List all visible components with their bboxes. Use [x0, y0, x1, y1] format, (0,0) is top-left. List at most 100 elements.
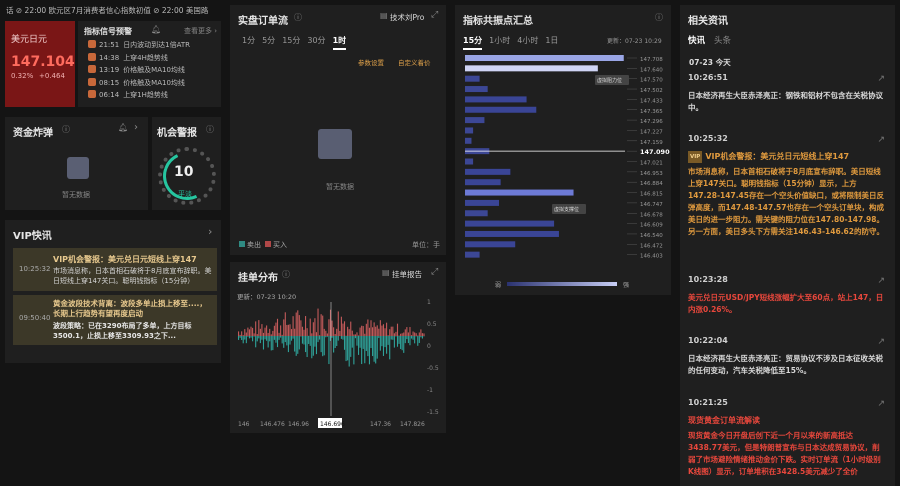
- bid-bar: [395, 331, 397, 336]
- help-icon[interactable]: ⓘ: [62, 124, 70, 135]
- tab-timeframe[interactable]: 5分: [262, 36, 275, 45]
- bid-bar: [365, 323, 367, 336]
- signal-row[interactable]: 06:14 上穿1H趋势线: [88, 90, 168, 100]
- share-icon[interactable]: ↗: [877, 135, 885, 145]
- level-bar[interactable]: [465, 241, 516, 248]
- level-bar[interactable]: [465, 210, 488, 217]
- ask-bar: [248, 336, 251, 339]
- level-bar[interactable]: [465, 189, 574, 196]
- level-bar[interactable]: [465, 220, 555, 227]
- share-icon[interactable]: ↗: [877, 276, 885, 286]
- quote-card[interactable]: 美元日元 147.104 0.32% +0.464: [5, 21, 75, 107]
- ask-bar: [306, 336, 308, 358]
- signal-row[interactable]: 08:15 价格触及MA10均线: [88, 77, 185, 88]
- tab-timeframe[interactable]: 30分: [307, 36, 325, 45]
- tab-timeframe[interactable]: 4小时: [517, 36, 538, 45]
- news-item[interactable]: 10:22:04 日本经济再生大臣赤泽亮正：贸易协议不涉及日本征收关税的任何变动，…: [688, 335, 886, 377]
- news-item[interactable]: 10:21:25 现货黄金订单流解读 现货黄金今日开盘后创下近一个月以来的新高抵达3…: [688, 397, 886, 478]
- tab-timeframe[interactable]: 1时: [332, 36, 347, 50]
- signal-row[interactable]: 14:38 上穿4H趋势线: [88, 52, 168, 63]
- level-bar[interactable]: [465, 251, 480, 258]
- chevron-right-icon[interactable]: ›: [208, 225, 212, 238]
- signals-more-link[interactable]: 查看更多 ›: [184, 26, 217, 36]
- vip-time: 10:25:32: [19, 265, 51, 273]
- ask-bar: [289, 336, 291, 345]
- share-icon[interactable]: ↗: [877, 337, 885, 347]
- bid-bar: [348, 329, 350, 336]
- ask-bar: [264, 336, 266, 340]
- help-icon[interactable]: ⓘ: [206, 124, 214, 135]
- order-empty-text: 暂无数据: [326, 183, 354, 191]
- ask-bar: [253, 336, 255, 337]
- ask-bar: [345, 336, 347, 362]
- level-bar[interactable]: [465, 86, 488, 93]
- expand-icon[interactable]: ⤢: [431, 267, 438, 277]
- level-bar[interactable]: [465, 96, 527, 103]
- level-bar[interactable]: [465, 168, 511, 175]
- param-settings-link[interactable]: 参数设置: [358, 57, 384, 67]
- news-item[interactable]: 10:25:32 VIP VIP机会警报：美元兑日元短线上穿147 市场消息称，日本首…: [688, 133, 886, 238]
- help-icon[interactable]: ⓘ: [282, 269, 290, 280]
- bid-bar: [273, 325, 275, 336]
- tab-timeframe[interactable]: 15分: [282, 36, 300, 45]
- level-bar[interactable]: [465, 117, 485, 124]
- level-bar[interactable]: [465, 199, 500, 206]
- signal-time: 14:38: [99, 53, 120, 62]
- tab-timeframe[interactable]: 15分: [463, 36, 483, 50]
- level-bar[interactable]: [465, 179, 501, 186]
- ask-bar: [275, 336, 277, 343]
- chevron-right-icon[interactable]: ›: [134, 122, 138, 133]
- news-item[interactable]: 10:23:28 美元兑日元USD/JPY短线涨幅扩大至60点，站上147，日内涨…: [688, 274, 886, 316]
- order-flow-title: 实盘订单流: [238, 16, 288, 27]
- level-bar[interactable]: [465, 158, 474, 165]
- ask-bar: [398, 336, 400, 344]
- help-icon[interactable]: ⓘ: [655, 12, 663, 23]
- timeframe-tabs: 1分 5分 15分 30分 1时: [242, 35, 353, 50]
- expand-icon[interactable]: ⤢: [431, 10, 438, 20]
- share-icon[interactable]: ↗: [877, 74, 885, 84]
- resistance-label: 虚拟阻力位: [597, 77, 622, 84]
- order-report-link[interactable]: 挂单报告: [392, 269, 422, 280]
- bid-bar: [356, 332, 358, 336]
- signal-row[interactable]: 21:51 日内波动到达1倍ATR: [88, 40, 190, 50]
- bid-bar: [315, 332, 318, 336]
- ask-bar: [396, 336, 399, 347]
- custom-price-link[interactable]: 自定义着价: [398, 57, 431, 67]
- level-bar[interactable]: [465, 230, 559, 237]
- price-level-label: 146.678: [640, 212, 663, 218]
- ask-bar: [357, 336, 360, 355]
- tab-flash[interactable]: 快讯: [688, 34, 705, 46]
- ask-bar: [368, 336, 370, 365]
- ask-bar: [270, 336, 272, 351]
- tech-pro-link[interactable]: 技术刘Pro: [390, 12, 424, 23]
- ask-bar: [356, 336, 358, 346]
- bell-icon[interactable]: 🔔︎: [118, 123, 128, 132]
- level-bar[interactable]: [465, 75, 480, 82]
- tab-headline[interactable]: 头条: [714, 34, 731, 46]
- bell-icon[interactable]: 🔔︎: [151, 25, 161, 34]
- vip-time: 09:50:40: [19, 314, 51, 322]
- y-tick-label: 0: [427, 343, 431, 350]
- tab-timeframe[interactable]: 1小时: [489, 36, 510, 45]
- signal-row[interactable]: 13:19 价格触及MA10均线: [88, 65, 185, 75]
- ask-bar: [389, 336, 391, 360]
- ask-bar: [420, 336, 422, 338]
- news-item[interactable]: 10:26:51 日本经济再生大臣赤泽亮正：钢铁和铝材不包含在关税协议中。: [688, 72, 886, 114]
- news-time: 10:23:28: [688, 275, 728, 284]
- tab-timeframe[interactable]: 1分: [242, 36, 255, 45]
- ask-bar: [250, 336, 252, 338]
- ticker-bar[interactable]: 话 ⊘ 22:00 欧元区7月消费者信心指数初值 ⊘ 22:00 美国路: [6, 5, 220, 19]
- tab-timeframe[interactable]: 1日: [545, 36, 558, 45]
- level-bar[interactable]: [465, 106, 537, 113]
- bid-bar: [407, 332, 409, 336]
- level-bar[interactable]: [465, 55, 624, 61]
- bid-bar: [255, 321, 257, 336]
- price-level-label: 147.640: [640, 67, 663, 73]
- bid-bar: [353, 334, 355, 336]
- level-bar[interactable]: [465, 137, 472, 144]
- level-bar[interactable]: [465, 127, 474, 134]
- bid-bar: [375, 326, 377, 336]
- level-bar[interactable]: [465, 65, 598, 72]
- help-icon[interactable]: ⓘ: [294, 12, 302, 23]
- share-icon[interactable]: ↗: [877, 399, 885, 409]
